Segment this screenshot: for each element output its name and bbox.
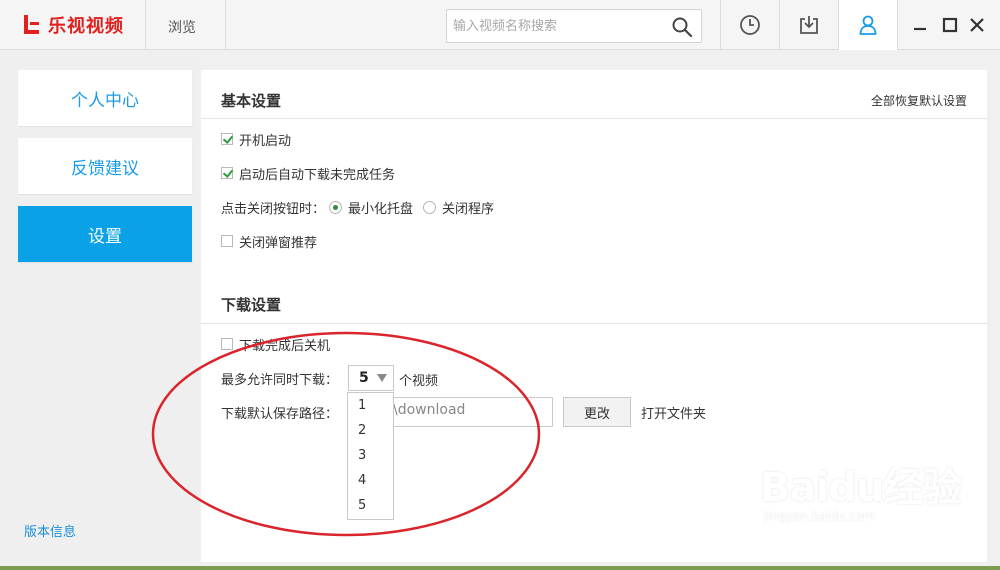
settings-panel: 基本设置 全部恢复默认设置 开机启动 启动后自动下载未完成任务 点击关闭按钮时：… (201, 70, 987, 562)
title-bar: 乐视视频 浏览 (0, 0, 1000, 50)
sidebar-item-feedback[interactable]: 反馈建议 (18, 138, 192, 194)
dropdown-option[interactable]: 4 (348, 468, 393, 493)
close-behavior-label: 点击关闭按钮时： (221, 201, 326, 217)
letv-logo-icon (22, 14, 42, 36)
minimize-icon[interactable] (911, 16, 929, 34)
max-concurrent-label: 最多允许同时下载： (221, 372, 339, 388)
max-concurrent-row: 最多允许同时下载： (221, 368, 338, 388)
divider (897, 0, 898, 50)
maximize-icon[interactable] (941, 16, 959, 34)
save-path-label: 下载默认保存路径： (221, 406, 339, 422)
version-info-link[interactable]: 版本信息 (24, 521, 76, 540)
close-button-behavior: 点击关闭按钮时： 最小化托盘 关闭程序 (221, 197, 494, 217)
nav-browse[interactable]: 浏览 (168, 17, 196, 37)
sidebar: 个人中心 反馈建议 设置 版本信息 (0, 51, 200, 566)
select-value: 5 (359, 370, 369, 386)
shutdown-label: 下载完成后关机 (239, 338, 331, 354)
close-icon[interactable] (968, 16, 986, 34)
sidebar-item-settings[interactable]: 设置 (18, 206, 192, 262)
auto-download-checkbox[interactable] (221, 167, 233, 179)
startup-option[interactable]: 开机启动 (221, 129, 291, 149)
download-icon (800, 16, 818, 34)
max-concurrent-select[interactable]: 5 (348, 365, 394, 391)
sidebar-item-label: 个人中心 (71, 90, 139, 111)
user-button[interactable] (839, 0, 897, 50)
search-input[interactable] (453, 16, 663, 36)
divider (201, 323, 987, 324)
startup-checkbox[interactable] (221, 133, 233, 145)
close-popup-label: 关闭弹窗推荐 (239, 235, 318, 251)
sidebar-item-label: 设置 (88, 226, 122, 247)
dropdown-option[interactable]: 2 (348, 418, 393, 443)
minimize-tray-radio[interactable] (329, 200, 343, 214)
divider (145, 0, 146, 50)
app-logo[interactable]: 乐视视频 (22, 10, 124, 40)
auto-download-option[interactable]: 启动后自动下载未完成任务 (221, 163, 395, 183)
divider (225, 0, 226, 50)
history-button[interactable] (721, 0, 779, 50)
close-program-label: 关闭程序 (442, 201, 495, 217)
minimize-tray-label: 最小化托盘 (348, 201, 414, 217)
shutdown-checkbox[interactable] (221, 338, 233, 350)
user-icon (859, 15, 877, 35)
sidebar-item-label: 反馈建议 (71, 158, 139, 179)
download-settings-title: 下载设置 (221, 296, 282, 314)
sidebar-item-personal-center[interactable]: 个人中心 (18, 70, 192, 126)
startup-label: 开机启动 (239, 133, 292, 149)
logo-text: 乐视视频 (48, 16, 124, 37)
close-popup-checkbox[interactable] (221, 235, 233, 247)
close-program-radio[interactable] (423, 200, 437, 214)
divider (201, 118, 987, 119)
save-path-value: \download (393, 402, 466, 418)
open-folder-link[interactable]: 打开文件夹 (641, 403, 706, 422)
save-path-row: 下载默认保存路径： (221, 402, 338, 422)
dropdown-option[interactable]: 3 (348, 443, 393, 468)
basic-settings-title: 基本设置 (221, 92, 282, 110)
max-concurrent-dropdown: 1 2 3 4 5 (347, 392, 394, 520)
download-manager-button[interactable] (780, 0, 838, 50)
search-icon[interactable] (671, 16, 693, 38)
app-window: 乐视视频 浏览 输入视频名称搜索 个人中心 反馈建议 设置 版本信息 基本设置 … (0, 0, 1000, 566)
auto-download-label: 启动后自动下载未完成任务 (239, 167, 396, 183)
search-box (446, 9, 702, 43)
close-popup-option[interactable]: 关闭弹窗推荐 (221, 231, 317, 251)
clock-icon (740, 15, 760, 35)
restore-defaults-link[interactable]: 全部恢复默认设置 (871, 92, 967, 109)
dropdown-option[interactable]: 5 (348, 493, 393, 518)
dropdown-option[interactable]: 1 (348, 393, 393, 418)
change-path-button[interactable]: 更改 (563, 397, 631, 427)
dropdown-arrow-icon (376, 374, 387, 382)
shutdown-option[interactable]: 下载完成后关机 (221, 334, 330, 354)
unit-label: 个视频 (399, 374, 439, 389)
